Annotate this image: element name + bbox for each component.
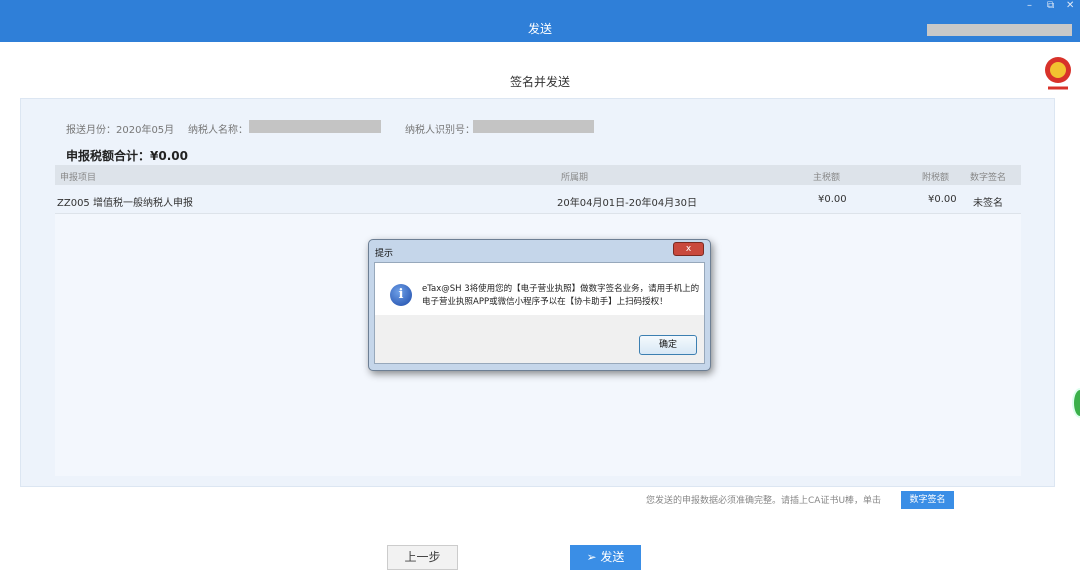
table-row[interactable]: ZZ005 增值税一般纳税人申报 20年04月01日-20年04月30日 ¥0.… [55,186,1021,214]
send-label: 发送 [600,550,625,564]
cell-signature: 未签名 [973,198,1003,209]
dialog-title: 提示 [375,249,394,259]
title-bar: 发送 – ⧉ ✕ [0,0,1080,42]
restore-button[interactable]: ⧉ [1047,0,1054,11]
cell-period: 20年04月01日-20年04月30日 [557,198,697,209]
window-title: 发送 [527,22,552,36]
col-period: 所属期 [561,173,589,183]
dialog-close-button[interactable]: x [673,242,704,256]
report-month: 报送月份：2020年05月 [66,125,175,136]
prompt-dialog: 提示 x i eTax@SH 3将使用您的【电子营业执照】做数字签名业务，请用手… [368,239,711,371]
ok-button[interactable]: 确定 [639,335,697,355]
col-signature: 数字签名 [970,173,1007,183]
col-main-tax: 主税额 [813,173,841,183]
previous-step-button[interactable]: 上一步 [387,545,458,570]
send-icon: ➢ [586,550,601,564]
footer-note: 您发送的申报数据必须准确完整。请插上CA证书U棒，单击 [646,496,882,506]
table-header: 申报项目 所属期 主税额 附税额 数字签名 [55,165,1021,185]
dialog-message: eTax@SH 3将使用您的【电子营业执照】做数字签名业务，请用手机上的电子营业… [422,284,700,307]
cell-main-tax: ¥0.00 [818,194,847,205]
col-item: 申报项目 [60,173,97,183]
floating-assistant-button[interactable] [1072,388,1080,418]
cell-item: ZZ005 增值税一般纳税人申报 [57,198,193,209]
close-button[interactable]: ✕ [1066,0,1074,11]
redacted-user-bar [927,24,1072,36]
page-heading: 签名并发送 [509,75,570,89]
digital-sign-button[interactable]: 数字签名 [901,491,954,509]
info-icon: i [390,284,412,306]
total-tax: 申报税额合计：¥0.00 [66,149,188,163]
taxpayer-id-label: 纳税人识别号： [405,125,475,136]
minimize-button[interactable]: – [1027,0,1032,11]
redacted-taxpayer-name [249,120,381,133]
taxpayer-name-label: 纳税人名称： [188,125,248,136]
send-button[interactable]: ➢ 发送 [570,545,641,570]
cell-extra-tax: ¥0.00 [928,194,957,205]
col-extra-tax: 附税额 [922,173,950,183]
redacted-taxpayer-id [473,120,594,133]
